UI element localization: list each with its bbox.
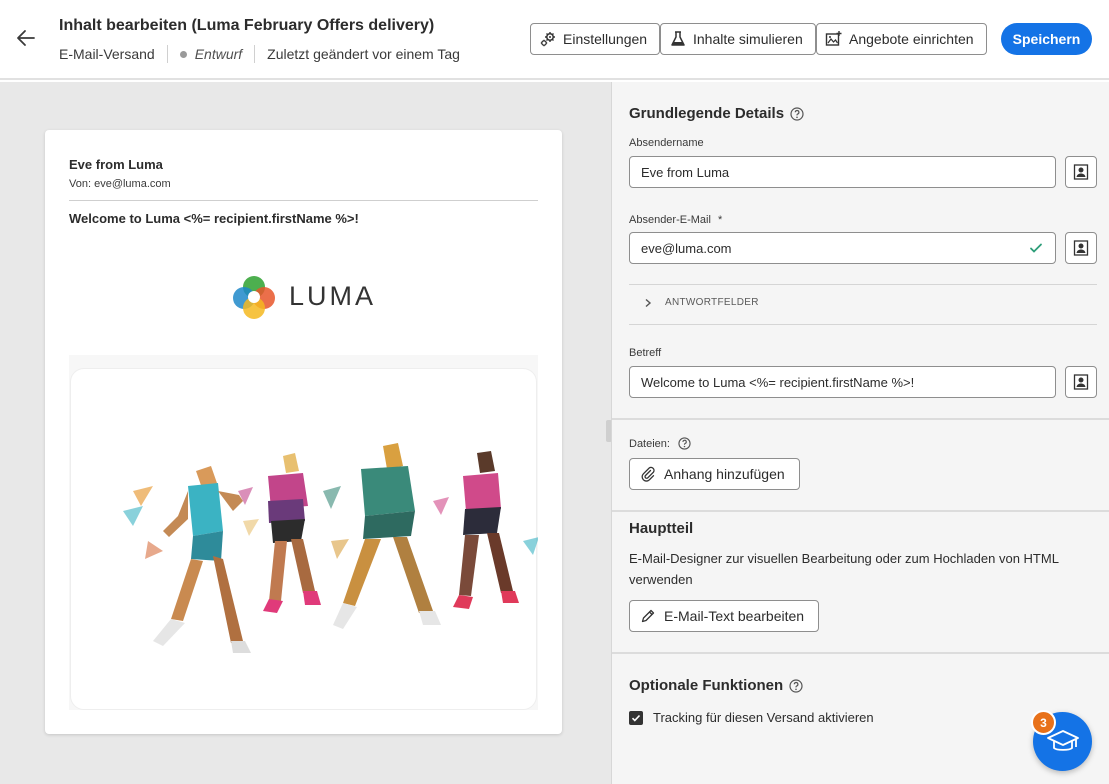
- settings-button[interactable]: Einstellungen: [530, 23, 661, 55]
- section-divider: [612, 510, 1109, 512]
- person-card-icon: [1073, 240, 1089, 256]
- luma-logo-icon: [233, 276, 275, 319]
- files-label-text: Dateien:: [629, 437, 670, 450]
- checkmark-icon: [1030, 243, 1042, 253]
- back-arrow-icon[interactable]: [14, 26, 38, 50]
- beaker-icon: [671, 31, 685, 46]
- basic-details-heading: Grundlegende Details: [629, 105, 804, 122]
- optional-features-heading: Optionale Funktionen: [629, 677, 803, 694]
- help-icon[interactable]: [790, 106, 804, 121]
- required-mark: *: [717, 214, 723, 226]
- body-description: E-Mail-Designer zur visuellen Bearbeitun…: [629, 551, 1059, 587]
- body-heading: Hauptteil: [629, 520, 693, 537]
- simulate-content-label: Inhalte simulieren: [693, 31, 803, 47]
- add-attachment-button[interactable]: Anhang hinzufügen: [629, 458, 800, 490]
- divider: [629, 324, 1097, 325]
- tracking-checkbox[interactable]: [629, 710, 643, 725]
- email-preview-card: Eve from Luma Von: eve@luma.com Welcome …: [45, 130, 562, 734]
- preview-sender-email: Von: eve@luma.com: [69, 178, 171, 190]
- subject-field[interactable]: Welcome to Luma <%= recipient.firstName …: [629, 366, 1056, 398]
- setup-offers-button[interactable]: Angebote einrichten: [816, 23, 987, 55]
- divider: [254, 45, 256, 63]
- header-meta: E-Mail-Versand Entwurf Zuletzt geändert …: [59, 45, 460, 63]
- properties-panel: Grundlegende Details Absendername Eve fr…: [611, 82, 1109, 784]
- divider: [69, 200, 538, 201]
- chevron-right-icon: [645, 298, 652, 307]
- checkmark-icon: [631, 714, 641, 722]
- help-icon[interactable]: [678, 437, 691, 450]
- reply-fields-label: ANTWORTFELDER: [665, 297, 759, 308]
- last-modified: Zuletzt geändert vor einem Tag: [267, 46, 460, 62]
- edit-email-body-label: E-Mail-Text bearbeiten: [664, 608, 805, 624]
- email-preview-panel: Eve from Luma Von: eve@luma.com Welcome …: [0, 82, 611, 784]
- preview-sender-name: Eve from Luma: [69, 157, 163, 172]
- help-icon[interactable]: [789, 678, 803, 693]
- personalize-sender-email-button[interactable]: [1065, 232, 1097, 264]
- simulate-content-button[interactable]: Inhalte simulieren: [660, 23, 816, 55]
- runners-illustration: [123, 443, 538, 653]
- tracking-label: Tracking für diesen Versand aktivieren: [653, 710, 874, 725]
- runner-figure: [323, 443, 441, 629]
- sender-name-value: Eve from Luma: [641, 164, 730, 180]
- personalize-sender-name-button[interactable]: [1065, 156, 1097, 188]
- optional-features-title: Optionale Funktionen: [629, 677, 784, 694]
- runner-figure: [123, 466, 251, 653]
- paperclip-icon: [641, 466, 655, 482]
- basic-details-title: Grundlegende Details: [629, 105, 785, 122]
- personalize-subject-button[interactable]: [1065, 366, 1097, 398]
- section-divider: [612, 418, 1109, 420]
- logo-header: LUMA: [69, 245, 538, 355]
- channel-label: E-Mail-Versand: [59, 46, 155, 62]
- settings-label: Einstellungen: [563, 31, 648, 47]
- edit-email-body-button[interactable]: E-Mail-Text bearbeiten: [629, 600, 820, 632]
- luma-wordmark: LUMA: [289, 281, 377, 311]
- header-bar: Inhalt bearbeiten (Luma February Offers …: [0, 0, 1109, 80]
- notification-badge: 3: [1031, 710, 1056, 735]
- email-body-preview: LUMA: [69, 245, 538, 710]
- subject-value: Welcome to Luma <%= recipient.firstName …: [641, 374, 915, 390]
- hero-image-card: [70, 368, 538, 710]
- person-card-icon: [1073, 164, 1089, 180]
- sender-email-field[interactable]: eve@luma.com: [629, 232, 1056, 264]
- add-attachment-label: Anhang hinzufügen: [664, 466, 785, 482]
- save-button[interactable]: Speichern: [1001, 23, 1092, 55]
- setup-offers-label: Angebote einrichten: [849, 31, 974, 47]
- person-card-icon: [1073, 374, 1089, 390]
- preview-subject: Welcome to Luma <%= recipient.firstName …: [69, 211, 359, 226]
- sender-name-label: Absendername: [629, 137, 704, 149]
- status-badge: Entwurf: [194, 46, 243, 62]
- sender-email-label: Absender-E-Mail *: [629, 214, 722, 226]
- sender-name-field[interactable]: Eve from Luma: [629, 156, 1056, 188]
- tracking-checkbox-row[interactable]: Tracking für diesen Versand aktivieren: [629, 710, 874, 725]
- subject-label: Betreff: [629, 347, 662, 359]
- runner-figure: [433, 451, 538, 609]
- status-dot-icon: [179, 50, 187, 58]
- sender-email-value: eve@luma.com: [641, 240, 732, 256]
- body-title: Hauptteil: [629, 520, 694, 537]
- sender-email-label-text: Absender-E-Mail: [629, 214, 711, 226]
- reply-fields-toggle[interactable]: ANTWORTFELDER: [643, 297, 759, 308]
- files-label: Dateien:: [629, 437, 691, 450]
- pencil-icon: [641, 609, 655, 623]
- divider: [166, 45, 168, 63]
- section-divider: [612, 652, 1109, 654]
- page-title: Inhalt bearbeiten (Luma February Offers …: [59, 17, 435, 34]
- image-add-icon: [825, 31, 842, 46]
- gears-icon: [540, 32, 555, 47]
- divider: [629, 284, 1097, 285]
- runner-figure: [238, 453, 321, 613]
